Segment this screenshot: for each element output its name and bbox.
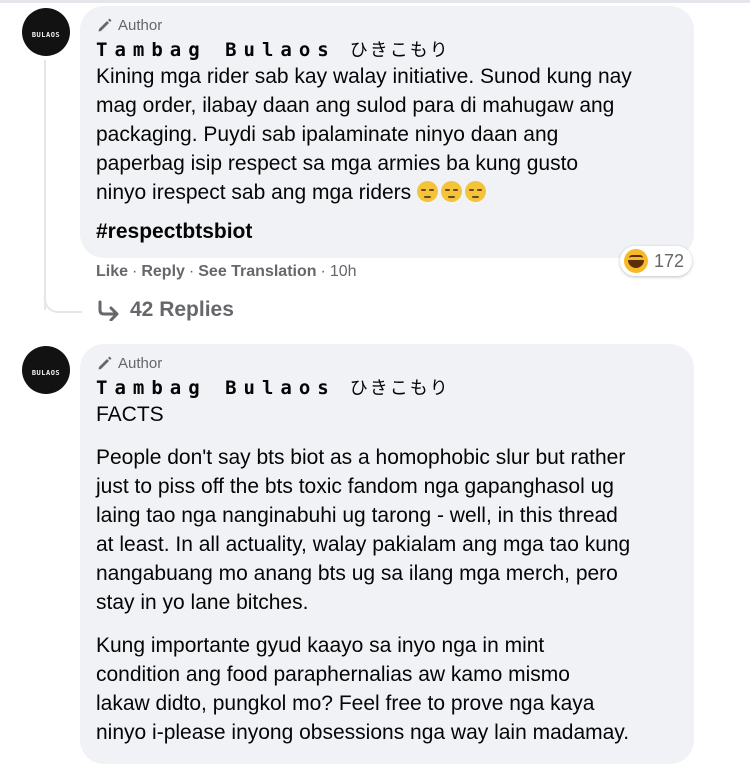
pensive-face-icon: [441, 181, 463, 202]
comment-text: Kining mga rider sab kay walay initiativ…: [96, 62, 678, 246]
author-badge: Author: [96, 354, 678, 372]
timestamp[interactable]: 10h: [330, 263, 357, 281]
pencil-icon: [98, 18, 112, 32]
separator: ·: [188, 263, 195, 280]
avatar-logo-text: BULAOS: [31, 368, 61, 377]
comment-actions: Like · Reply · See Translation · 10h: [96, 263, 357, 281]
pensive-face-icon: [465, 181, 487, 202]
author-badge-label: Author: [118, 16, 163, 34]
top-divider: [0, 0, 750, 3]
comment-paragraph: Kung importante gyud kaayo sa inyo nga i…: [96, 631, 678, 747]
reaction-count-badge[interactable]: 172: [620, 246, 693, 276]
commenter-name-text[interactable]: Tambag Bulaos: [96, 377, 336, 399]
author-badge-label: Author: [118, 354, 163, 372]
comment-line: laing tao nga nanginabuhi ug tarong - we…: [96, 504, 618, 527]
reaction-count: 172: [654, 250, 685, 271]
see-translation-button[interactable]: See Translation: [198, 263, 316, 281]
comment-lead: FACTS: [96, 403, 164, 426]
comment-paragraph: People don't say bts biot as a homophobi…: [96, 443, 678, 617]
separator: ·: [132, 263, 138, 280]
like-button[interactable]: Like: [96, 263, 128, 281]
comment-bubble: Author Tambag Bulaos ひきこもり FACTS People …: [80, 344, 694, 764]
comment-line: ninyo i-please inyong obsessions nga way…: [96, 721, 630, 744]
comment-line: packaging. Puydi sab ipalaminate ninyo d…: [96, 123, 559, 146]
commenter-name[interactable]: Tambag Bulaos ひきこもり: [96, 374, 678, 400]
commenter-name-jp: ひきこもり: [349, 378, 450, 399]
avatar-logo-text: BULAOS: [31, 30, 61, 39]
pensive-face-icon: [417, 181, 439, 202]
separator: ·: [320, 263, 326, 280]
comment-line: nangabuang mo anang bts ug sa ilang mga …: [96, 562, 618, 585]
comment-text: FACTS People don't say bts biot as a hom…: [96, 400, 678, 747]
author-badge: Author: [96, 16, 678, 34]
comment-line: condition ang food paraphernalias aw kam…: [96, 663, 570, 686]
reply-arrow-icon: [98, 300, 119, 321]
comment-line: lakaw didto, pungkol mo? Feel free to pr…: [96, 692, 595, 715]
thread-connector: [44, 285, 82, 313]
thread-line: [44, 60, 46, 310]
replies-label: 42 Replies: [130, 298, 234, 321]
reply-button[interactable]: Reply: [141, 263, 185, 281]
comment-line: ninyo irespect sab ang mga riders: [96, 181, 412, 204]
comment-line-with-emoji: ninyo irespect sab ang mga riders: [96, 178, 678, 207]
avatar[interactable]: BULAOS: [22, 346, 70, 394]
comment-line: just to piss off the bts toxic fandom ng…: [96, 475, 614, 498]
pencil-icon: [98, 356, 112, 370]
commenter-name-text[interactable]: Tambag Bulaos: [96, 39, 336, 61]
hashtag-link[interactable]: #respectbtsbiot: [96, 217, 252, 246]
comment-line: stay in yo lane bitches.: [96, 591, 309, 614]
comment-line: People don't say bts biot as a homophobi…: [96, 446, 626, 469]
comment-bubble: Author Tambag Bulaos ひきこもり Kining mga ri…: [80, 6, 694, 258]
commenter-name-jp: ひきこもり: [349, 40, 450, 61]
haha-reaction-icon: [624, 249, 648, 273]
avatar[interactable]: BULAOS: [22, 8, 70, 56]
comment-line: Kining mga rider sab kay walay initiativ…: [96, 65, 632, 88]
comment-line: paperbag isip respect sa mga armies ba k…: [96, 152, 579, 175]
comment-line: at least. In all actuality, walay pakial…: [96, 533, 631, 556]
commenter-name[interactable]: Tambag Bulaos ひきこもり: [96, 36, 678, 62]
view-replies-button[interactable]: 42 Replies: [96, 298, 234, 322]
comment-line: Kung importante gyud kaayo sa inyo nga i…: [96, 634, 545, 657]
comment-line: mag order, ilabay daan ang sulod para di…: [96, 94, 615, 117]
